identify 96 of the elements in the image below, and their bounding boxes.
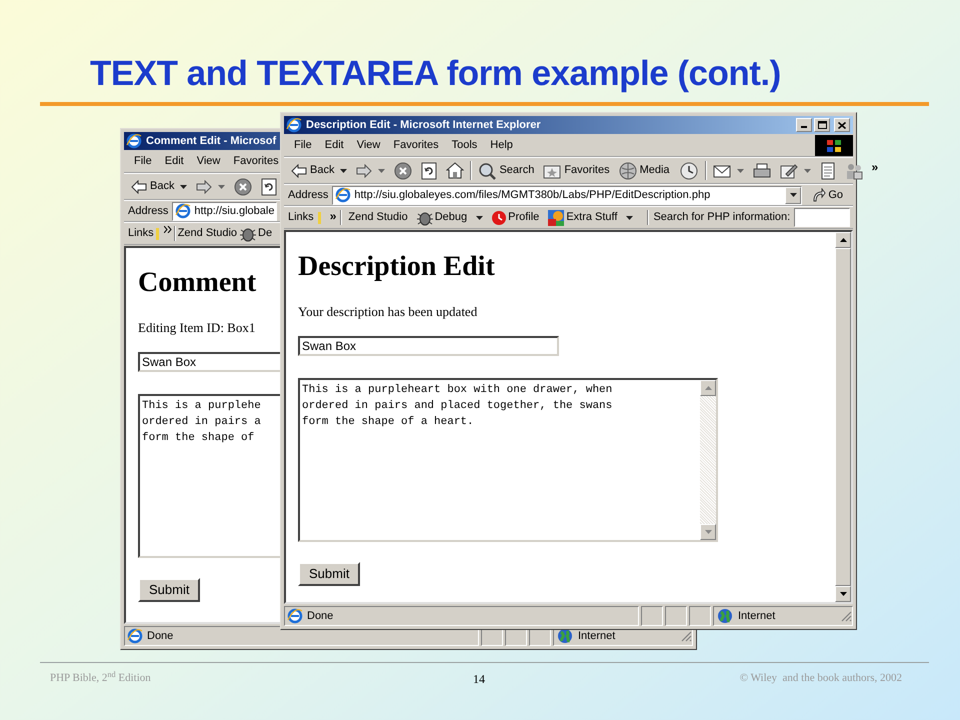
ie-logo-icon (126, 133, 142, 149)
slide-title: TEXT and TEXTAREA form example (cont.) (90, 53, 781, 95)
address-field[interactable]: http://siu.globale (172, 202, 278, 220)
menu-item[interactable]: View (350, 137, 386, 154)
minimize-button[interactable] (796, 118, 812, 132)
link-button[interactable]: De (239, 225, 272, 242)
back-arrow-icon (131, 180, 147, 194)
zone-text: Internet (578, 628, 616, 644)
ie-logo-icon (286, 117, 302, 133)
go-button[interactable]: Go (806, 186, 849, 204)
up-arrow-icon (840, 238, 846, 242)
links-chevron[interactable] (164, 226, 172, 233)
maximize-button[interactable] (814, 118, 830, 132)
ie-logo-icon (175, 203, 192, 219)
footer-text: © Wiley and the book authors, 2002 (740, 671, 902, 686)
menu-item[interactable]: View (190, 153, 226, 170)
overflow-chevron[interactable]: » (872, 161, 878, 173)
pencil-page-icon (780, 162, 798, 178)
forward-arrow-icon (356, 164, 372, 178)
caret-icon (790, 193, 797, 197)
scroll-up-button[interactable] (835, 232, 851, 248)
status-pane (665, 606, 687, 626)
ie-logo-icon (287, 608, 303, 624)
menu-item[interactable]: File (128, 153, 158, 170)
stopwatch-icon (491, 210, 508, 226)
menu-item[interactable]: Favorites (387, 137, 445, 154)
close-icon (838, 122, 846, 128)
dropdown-button[interactable] (785, 186, 802, 204)
page-heading: Description Edit (298, 250, 495, 284)
down-arrow-icon (704, 530, 712, 534)
up-arrow-icon (704, 386, 712, 390)
zone-text: Internet (738, 608, 776, 624)
scroll-down-button[interactable] (835, 586, 851, 602)
menu-item[interactable]: Edit (318, 137, 350, 154)
stop-icon (394, 162, 412, 180)
toolbar-button[interactable]: Media (616, 160, 673, 182)
maximize-icon (818, 121, 826, 129)
page-number: 14 (473, 671, 485, 688)
globe-icon (717, 608, 733, 624)
status-pane (641, 606, 663, 626)
down-arrow-icon (840, 592, 846, 596)
link-button[interactable]: Profile (489, 209, 542, 226)
bug-icon (416, 210, 434, 226)
status-text: Done (307, 608, 334, 624)
name-field[interactable]: Swan Box (298, 336, 559, 356)
submit-button[interactable]: Submit (138, 578, 200, 602)
back-arrow-icon (291, 164, 307, 178)
close-button[interactable] (834, 118, 850, 132)
colored-blocks-icon (547, 208, 566, 226)
toolbar-button[interactable]: Search (475, 160, 538, 182)
menu-item[interactable]: Tools (446, 137, 484, 154)
stop-icon (234, 178, 252, 196)
envelope-icon (712, 162, 731, 178)
home-icon (446, 162, 464, 179)
menu-item[interactable]: File (288, 137, 318, 154)
search-label: Search for PHP information: (653, 210, 790, 226)
globe-disc-icon (618, 162, 637, 180)
link-button[interactable]: Debug (414, 209, 486, 226)
ie-logo-icon (127, 628, 143, 644)
minimize-icon (801, 126, 807, 128)
footer-text: PHP Bible, 2$^{nd}$ Edition (50, 670, 151, 686)
refresh-icon (421, 162, 438, 180)
menu-item[interactable]: Favorites (227, 153, 285, 170)
menu-item[interactable]: Edit (158, 153, 190, 170)
star-folder-icon (543, 162, 562, 178)
window-title: Comment Edit - Microsof (146, 134, 276, 149)
submit-button[interactable]: Submit (298, 562, 360, 586)
link-button[interactable]: Extra Stuff (545, 208, 636, 226)
status-text: Done (147, 628, 174, 644)
magnifier-icon (478, 162, 496, 180)
printer-icon (752, 162, 771, 178)
page-heading: Comment (138, 266, 256, 300)
back-button[interactable]: Back (288, 160, 350, 182)
double-chevron-icon (164, 226, 172, 233)
address-label: Address (288, 188, 328, 203)
status-message: Your description has been updated (298, 304, 478, 320)
link-button[interactable]: Zend Studio (178, 225, 238, 242)
address-label: Address (128, 204, 168, 219)
ie-logo-icon (335, 187, 352, 203)
menu-item[interactable]: Help (484, 137, 519, 154)
toolbar-button[interactable]: Favorites (540, 160, 613, 182)
back-button[interactable]: Back (128, 176, 190, 198)
window-title: Description Edit - Microsoft Internet Explorer (306, 118, 541, 133)
forward-arrow-icon (196, 180, 212, 194)
bug-icon (239, 226, 258, 242)
document-icon (820, 162, 836, 180)
links-label: Links (128, 226, 154, 242)
search-field[interactable] (794, 208, 850, 227)
link-button[interactable]: Zend Studio (346, 209, 410, 226)
links-label: Links (288, 210, 314, 226)
status-pane (689, 606, 711, 626)
refresh-icon (261, 178, 278, 196)
links-chevron[interactable]: » (330, 210, 336, 222)
curved-arrow-icon (812, 188, 826, 202)
status-message: Editing Item ID: Box1 (138, 320, 256, 336)
address-field[interactable]: http://siu.globaleyes.com/files/MGMT380b/Labs/PHP/EditDescription.php (332, 186, 802, 204)
